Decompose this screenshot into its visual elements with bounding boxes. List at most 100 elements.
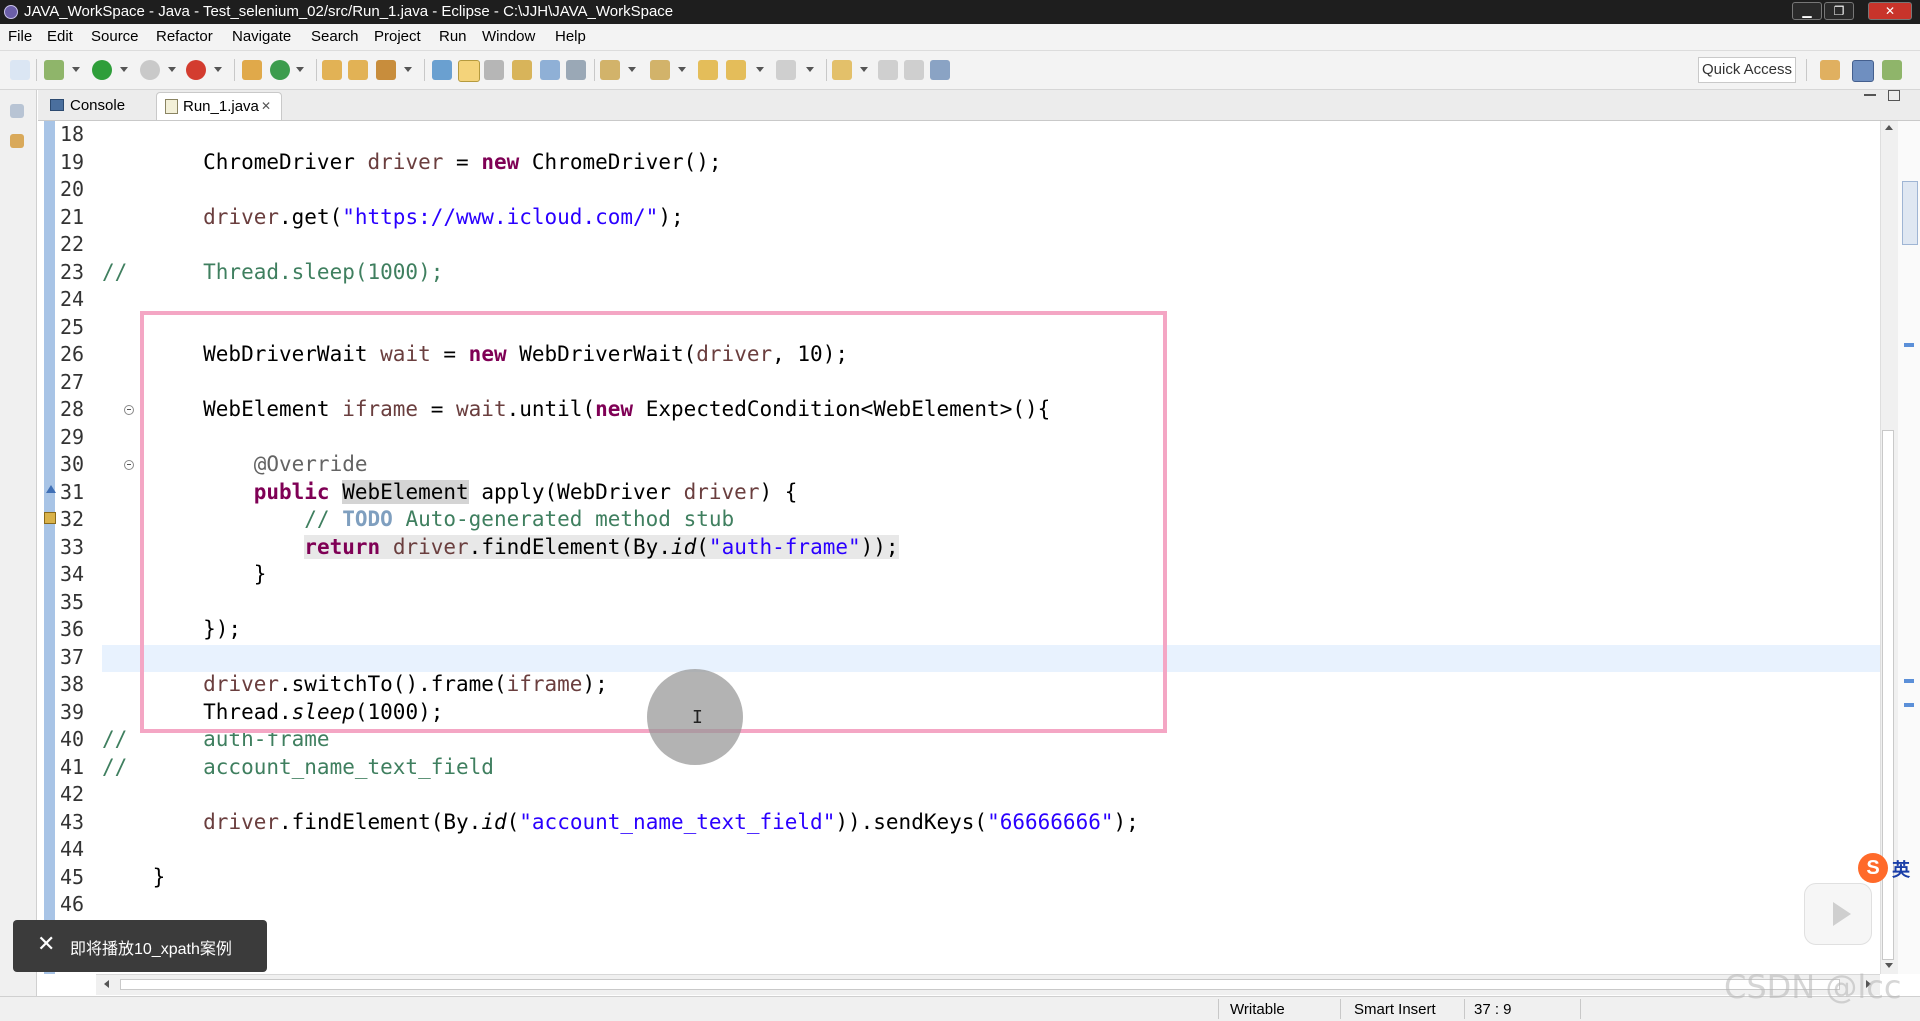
menu-search[interactable]: Search	[311, 28, 359, 45]
tab-console[interactable]: Console	[46, 92, 156, 119]
chevron-down-icon[interactable]	[628, 67, 636, 72]
new-package-icon[interactable]	[242, 60, 262, 80]
forward-icon[interactable]	[776, 60, 796, 80]
print-icon[interactable]	[930, 60, 950, 80]
minimize-button[interactable]: ▁	[1792, 2, 1822, 20]
menu-window[interactable]: Window	[482, 28, 535, 45]
pin-editor-icon[interactable]	[832, 60, 852, 80]
menu-navigate[interactable]: Navigate	[232, 28, 291, 45]
chevron-down-icon[interactable]	[678, 67, 686, 72]
line-number: 46	[60, 892, 85, 916]
overview-marker[interactable]	[1904, 343, 1914, 347]
overview-marker[interactable]	[1904, 703, 1914, 707]
debug-icon[interactable]	[44, 60, 64, 80]
overview-marker[interactable]	[1904, 679, 1914, 683]
line-number: 27	[60, 369, 85, 394]
open-perspective-icon[interactable]	[1820, 60, 1840, 80]
restore-view-icon[interactable]	[10, 104, 24, 118]
title-bar: JAVA_WorkSpace - Java - Test_selenium_02…	[0, 0, 1920, 24]
close-window-button[interactable]: ✕	[1868, 2, 1912, 20]
scroll-up-icon[interactable]	[1885, 125, 1893, 130]
toolbar-separator	[424, 59, 425, 81]
save-icon[interactable]	[878, 60, 898, 80]
open-type-icon[interactable]	[322, 60, 342, 80]
search-icon[interactable]	[376, 60, 396, 80]
horizontal-scroll-thumb[interactable]	[120, 979, 1840, 990]
fold-collapse-icon[interactable]	[124, 405, 134, 415]
menu-refactor[interactable]: Refactor	[156, 28, 213, 45]
ime-indicator[interactable]: S 英	[1858, 853, 1914, 883]
pilcrow-icon[interactable]	[566, 60, 586, 80]
scroll-left-icon[interactable]	[104, 980, 109, 988]
toggle-breadcrumb-icon[interactable]	[432, 60, 452, 80]
restore-button[interactable]: ❐	[1824, 2, 1854, 20]
status-separator	[1464, 999, 1465, 1019]
debug-perspective-icon[interactable]	[1882, 60, 1902, 80]
last-edit-location-icon[interactable]	[698, 60, 718, 80]
line-number: 25	[60, 314, 85, 339]
menu-source[interactable]: Source	[91, 28, 139, 45]
task-marker-icon[interactable]	[44, 512, 56, 524]
line-number: 21	[60, 204, 85, 229]
fold-collapse-icon[interactable]	[124, 460, 134, 470]
chevron-down-icon[interactable]	[756, 67, 764, 72]
back-icon[interactable]	[726, 60, 746, 80]
previous-annotation-icon[interactable]	[650, 60, 670, 80]
open-folder-icon[interactable]	[348, 60, 368, 80]
tab-run-1-java[interactable]: Run_1.java ✕	[156, 92, 282, 120]
overview-marker[interactable]	[1902, 181, 1918, 245]
block-selection-icon[interactable]	[484, 60, 504, 80]
close-tab-icon[interactable]: ✕	[261, 93, 271, 120]
line-number: 39	[60, 699, 85, 724]
line-number: 38	[60, 672, 85, 696]
line-number: 28	[60, 397, 85, 421]
mark-occurrences-icon[interactable]	[458, 60, 480, 82]
run-last-icon[interactable]	[140, 60, 160, 80]
chevron-down-icon[interactable]	[404, 67, 412, 72]
override-marker-icon[interactable]	[46, 485, 56, 493]
chevron-down-icon[interactable]	[120, 67, 128, 72]
java-perspective-icon[interactable]	[1852, 60, 1874, 82]
overview-ruler	[1898, 121, 1920, 974]
main-toolbar: Quick Access	[0, 51, 1920, 90]
chevron-down-icon[interactable]	[214, 67, 222, 72]
run-icon[interactable]	[92, 60, 112, 80]
status-separator	[1580, 999, 1581, 1019]
close-icon[interactable]: ✕	[37, 933, 55, 955]
chevron-down-icon[interactable]	[860, 67, 868, 72]
menu-project[interactable]: Project	[374, 28, 421, 45]
maximize-view-icon[interactable]	[1888, 90, 1900, 101]
line-number: 34	[60, 562, 85, 586]
word-wrap-icon[interactable]	[512, 60, 532, 80]
code-editor[interactable]: 18 19 ChromeDriver driver = new ChromeDr…	[38, 121, 1880, 974]
chevron-down-icon[interactable]	[296, 67, 304, 72]
menu-file[interactable]: File	[8, 28, 32, 45]
line-number: 37	[60, 644, 85, 669]
save-all-icon[interactable]	[904, 60, 924, 80]
sogou-ime-icon: S	[1858, 853, 1888, 883]
play-button[interactable]	[1804, 883, 1872, 945]
chevron-down-icon[interactable]	[806, 67, 814, 72]
external-tools-icon[interactable]	[186, 60, 206, 80]
chevron-down-icon[interactable]	[168, 67, 176, 72]
toast-message: 即将播放10_xpath案例	[70, 941, 232, 958]
line-number: 33	[60, 534, 85, 559]
menu-run[interactable]: Run	[439, 28, 467, 45]
toolbar-separator	[234, 59, 235, 81]
minimize-view-icon[interactable]	[1864, 94, 1876, 96]
pointer-icon[interactable]	[10, 60, 30, 80]
window-title: JAVA_WorkSpace - Java - Test_selenium_02…	[24, 3, 674, 20]
next-annotation-icon[interactable]	[600, 60, 620, 80]
line-number: 20	[60, 177, 85, 201]
toolbar-separator	[316, 59, 317, 81]
quick-access-field[interactable]: Quick Access	[1698, 57, 1796, 83]
menu-edit[interactable]: Edit	[47, 28, 73, 45]
chevron-down-icon[interactable]	[72, 67, 80, 72]
line-number: 43	[60, 809, 85, 834]
line-number: 41	[60, 754, 85, 779]
package-explorer-icon[interactable]	[10, 134, 24, 148]
show-whitespace-icon[interactable]	[540, 60, 560, 80]
status-insert-mode[interactable]: Smart Insert	[1354, 1001, 1436, 1018]
menu-help[interactable]: Help	[555, 28, 586, 45]
new-class-icon[interactable]	[270, 60, 290, 80]
